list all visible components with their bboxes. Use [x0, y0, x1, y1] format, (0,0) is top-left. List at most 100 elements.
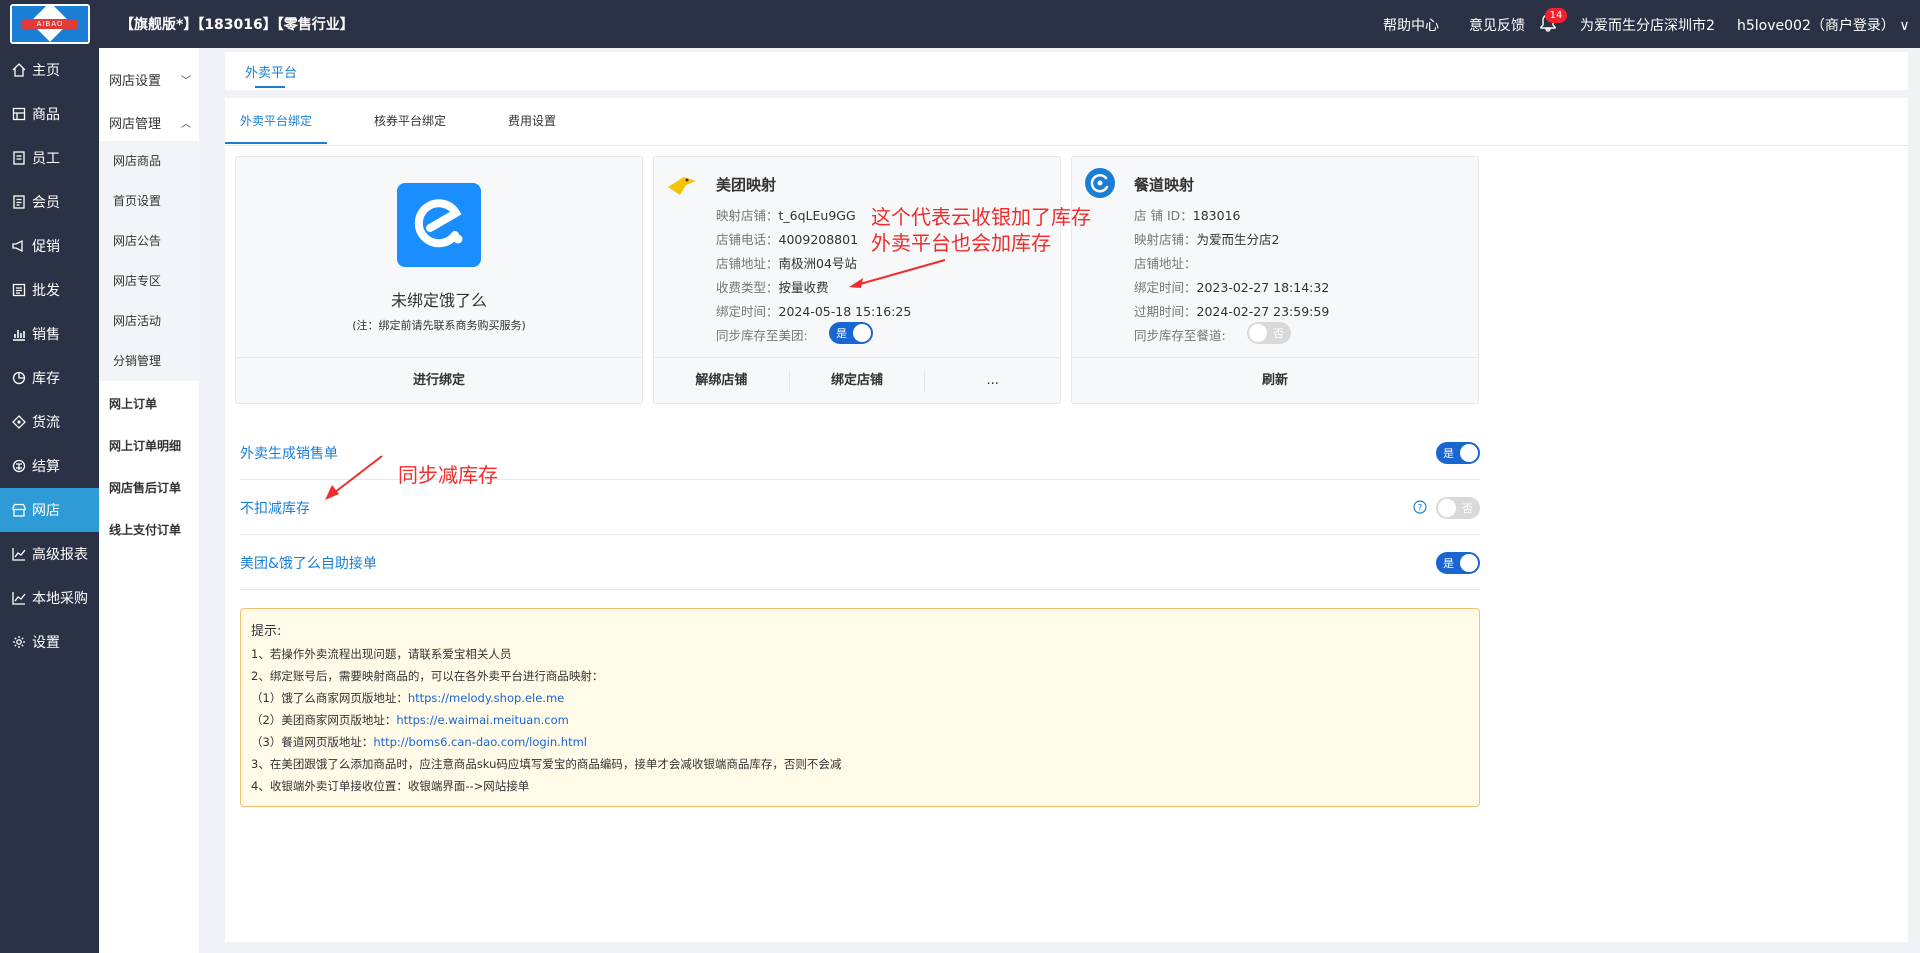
card-footer: 刷新	[1072, 357, 1478, 403]
sidebar-item-stock[interactable]: 库存	[0, 356, 99, 400]
info-key: 绑定时间：	[716, 304, 779, 319]
home-icon	[12, 63, 26, 77]
info-key: 映射店铺：	[716, 208, 779, 223]
store-name[interactable]: 为爱而生分店深圳市2	[1580, 15, 1715, 35]
shop-subnav: 网店设置 ﹀ 网店管理 ︿ 网店商品 首页设置 网店公告 网店专区 网店活动 分销管…	[99, 48, 199, 953]
info-key: 绑定时间：	[1134, 280, 1197, 295]
sidebar-item-sales[interactable]: 销售	[0, 312, 99, 356]
chevron-up-icon: ︿	[181, 119, 191, 130]
sidebar-item-label: 主页	[32, 63, 60, 79]
sidebar-item-flow[interactable]: 货流	[0, 400, 99, 444]
chevron-down-icon: ﹀	[181, 76, 191, 87]
subnav-item-announcement[interactable]: 网店公告	[99, 221, 199, 261]
auto-accept-toggle[interactable]: 是	[1436, 552, 1480, 574]
annotation-line: 这个代表云收银加了库存	[871, 205, 1091, 229]
caidao-url-link[interactable]: http://boms6.can-dao.com/login.html	[373, 735, 587, 749]
subnav-item-online-orders[interactable]: 网上订单	[109, 395, 157, 412]
info-value: 183016	[1192, 208, 1241, 223]
sales-order-toggle[interactable]: 是	[1436, 442, 1480, 464]
tab-fee-settings[interactable]: 费用设置	[508, 112, 556, 129]
eleme-url-link[interactable]: https://melody.shop.ele.me	[408, 691, 564, 705]
report-icon	[12, 548, 26, 561]
feedback-link[interactable]: 意见反馈	[1469, 15, 1525, 35]
sidebar-item-staff[interactable]: 员工	[0, 136, 99, 180]
sales-icon	[13, 330, 25, 341]
eleme-note: (注：绑定前请先联系商务购买服务)	[352, 319, 526, 332]
toggle-knob	[853, 324, 871, 342]
info-value: 为爱而生分店2	[1196, 232, 1280, 247]
unbind-store-button[interactable]: 解绑店铺	[654, 358, 789, 403]
tips-line: 4、收银端外卖订单接收位置：收银端界面-->网站接单	[251, 779, 530, 793]
info-value: 4009208801	[778, 232, 859, 247]
tips-line: 3、在美团跟饿了么添加商品时，应注意商品sku码应填写爱宝的商品编码，接单才会减…	[251, 757, 842, 771]
sidebar-item-label: 促销	[32, 239, 60, 255]
info-value: t_6qLEu9GG	[778, 208, 856, 223]
info-key: 映射店铺：	[1134, 232, 1197, 247]
subnav-group-shop-settings[interactable]: 网店设置 ﹀	[109, 70, 197, 89]
tips-line: 1、若操作外卖流程出现问题，请联系爱宝相关人员	[251, 647, 512, 661]
subnav-item-order-details[interactable]: 网上订单明细	[109, 437, 181, 454]
tab-platform-binding[interactable]: 外卖平台绑定	[240, 112, 312, 129]
meituan-url-link[interactable]: https://e.waimai.meituan.com	[396, 713, 569, 727]
annotation-arrow-icon	[325, 455, 383, 500]
info-row: 店铺电话：4009208801	[716, 229, 858, 248]
subnav-group-shop-manage[interactable]: 网店管理 ︿	[109, 113, 197, 132]
subnav-item-distribution[interactable]: 分销管理	[99, 341, 199, 381]
info-row: 映射店铺：t_6qLEu9GG	[716, 205, 856, 224]
info-row: 同步库存至美团:	[716, 325, 808, 344]
logo[interactable]: AIBAO	[10, 4, 90, 44]
sidebar-item-member[interactable]: 会员	[0, 180, 99, 224]
setting-row-no-deduct-stock: 不扣减库存 ? 否	[240, 480, 1480, 535]
refresh-button[interactable]: 刷新	[1072, 358, 1478, 403]
sidebar-item-home[interactable]: 主页	[0, 48, 99, 92]
tab-takeaway-platform[interactable]: 外卖平台	[245, 62, 297, 81]
setting-label[interactable]: 不扣减库存	[240, 498, 310, 518]
user-menu[interactable]: h5love002（商户登录） ∨	[1737, 15, 1910, 35]
subnav-item-online-payment[interactable]: 线上支付订单	[109, 521, 181, 538]
logo-text: AIBAO	[22, 19, 78, 29]
tips-line: 2、绑定账号后，需要映射商品的，可以在各外卖平台进行商品映射：	[251, 669, 604, 683]
sidebar-item-label: 商品	[32, 107, 60, 123]
info-key: 过期时间：	[1134, 304, 1197, 319]
annotation-stock-sync: 这个代表云收银加了库存 外卖平台也会加库存	[871, 204, 1091, 256]
sidebar-item-settle[interactable]: 结算	[0, 444, 99, 488]
more-button[interactable]: ...	[924, 370, 1060, 392]
subnav-item-activity[interactable]: 网店活动	[99, 301, 199, 341]
subnav-item-zone[interactable]: 网店专区	[99, 261, 199, 301]
sidebar-item-settings[interactable]: 设置	[0, 620, 99, 664]
store-title: 【旗舰版*】【183016】【零售行业】	[120, 17, 354, 33]
sidebar-item-label: 销售	[32, 327, 60, 343]
no-deduct-stock-toggle[interactable]: 否	[1436, 497, 1480, 519]
help-center-link[interactable]: 帮助中心	[1383, 15, 1439, 35]
sidebar-item-shop[interactable]: 网店	[0, 488, 99, 532]
notification-badge: 14	[1545, 8, 1567, 23]
sidebar-item-goods[interactable]: 商品	[0, 92, 99, 136]
subnav-item-after-sales[interactable]: 网店售后订单	[109, 479, 181, 496]
help-icon[interactable]: ?	[1413, 500, 1427, 514]
info-value: 按量收费	[778, 280, 829, 295]
sidebar-item-label: 设置	[32, 635, 60, 651]
bind-store-button[interactable]: 绑定店铺	[788, 370, 925, 392]
bind-button[interactable]: 进行绑定	[236, 358, 642, 403]
caidao-sync-toggle[interactable]: 否	[1247, 322, 1291, 344]
sidebar-item-promo[interactable]: 促销	[0, 224, 99, 268]
sidebar-item-purchase[interactable]: 本地采购	[0, 576, 99, 620]
toggle-text: 是	[1443, 557, 1454, 570]
setting-row-auto-accept: 美团&饿了么自助接单 是	[240, 535, 1480, 590]
subnav-item-shop-goods[interactable]: 网店商品	[99, 141, 199, 181]
tab-underline	[225, 142, 327, 144]
svg-text:?: ?	[1418, 504, 1423, 514]
promo-icon	[12, 239, 23, 253]
meituan-sync-toggle[interactable]: 是	[829, 322, 873, 344]
sidebar-item-wholesale[interactable]: 批发	[0, 268, 99, 312]
sidebar-item-label: 批发	[32, 283, 60, 299]
toggle-text: 是	[1443, 447, 1454, 460]
wholesale-icon	[12, 283, 26, 297]
setting-label[interactable]: 美团&饿了么自助接单	[240, 553, 377, 573]
sidebar-item-report[interactable]: 高级报表	[0, 532, 99, 576]
info-row: 过期时间：2024-02-27 23:59:59	[1134, 301, 1329, 320]
tab-coupon-binding[interactable]: 核券平台绑定	[374, 112, 446, 129]
info-row: 店铺地址：南极洲04号站	[716, 253, 857, 272]
subnav-item-home-settings[interactable]: 首页设置	[99, 181, 199, 221]
eleme-status: 未绑定饿了么	[390, 291, 487, 310]
